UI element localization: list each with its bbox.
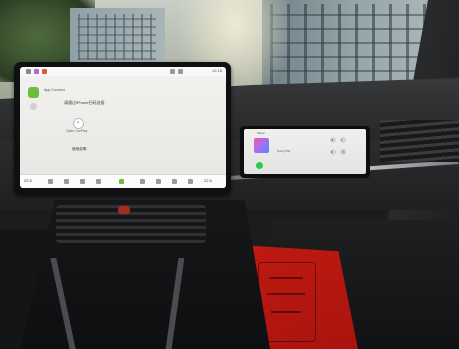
- next-icon: ▸: [331, 149, 334, 154]
- mat-line: [271, 311, 301, 313]
- app-connect-icon[interactable]: [28, 87, 39, 98]
- recirculation-icon[interactable]: [140, 179, 145, 184]
- carplay-icon: ⚬: [76, 120, 81, 126]
- album-art[interactable]: [254, 138, 269, 153]
- status-bar: 12:18: [20, 67, 226, 76]
- previous-button[interactable]: ◂: [330, 137, 336, 143]
- previous-icon: ◂: [331, 137, 334, 142]
- shuffle-button[interactable]: ⤨: [340, 149, 346, 155]
- shuffle-icon: ⤨: [341, 149, 345, 154]
- passenger-screen[interactable]: Music Song Title ◂ ▪ ▸ ⤨: [244, 129, 366, 174]
- next-button[interactable]: ▸: [330, 149, 336, 155]
- seat-vent-icon[interactable]: [172, 179, 177, 184]
- signal-icon: [178, 69, 183, 74]
- ac-icon[interactable]: [80, 179, 85, 184]
- pause-button[interactable]: ▪: [340, 137, 346, 143]
- mat-line: [269, 277, 303, 279]
- fan-icon[interactable]: [64, 179, 69, 184]
- passenger-air-vent: [380, 120, 459, 162]
- carplay-caption: Open CarPlay: [66, 129, 88, 133]
- instructions-link[interactable]: 使用说明: [72, 147, 86, 152]
- center-air-vent: [56, 205, 206, 243]
- settings-icon[interactable]: [30, 103, 37, 110]
- volume-icon[interactable]: [188, 179, 193, 184]
- home-icon[interactable]: [26, 69, 31, 74]
- play-button[interactable]: [256, 162, 263, 169]
- mat-line: [267, 293, 305, 295]
- main-infotainment-screen[interactable]: 12:18 App Connect 请通过iPhone扫码连接 ⚬ Open C…: [20, 67, 226, 188]
- bottom-dock: 22.5 22.5: [20, 174, 226, 188]
- app-icon[interactable]: [34, 69, 39, 74]
- home-button[interactable]: [119, 179, 124, 184]
- driver-temperature[interactable]: 22.5: [24, 178, 32, 183]
- seat-heat-icon[interactable]: [48, 179, 53, 184]
- app-icon[interactable]: [42, 69, 47, 74]
- song-title: Song Title: [277, 149, 291, 153]
- building-left-windows: [78, 14, 156, 60]
- car-interior-scene: 12:18 App Connect 请通过iPhone扫码连接 ⚬ Open C…: [0, 0, 459, 349]
- defrost-icon[interactable]: [96, 179, 101, 184]
- carplay-button[interactable]: ⚬: [73, 118, 84, 129]
- auto-climate-icon[interactable]: [156, 179, 161, 184]
- pause-icon: ▪: [341, 137, 343, 142]
- app-title: App Connect: [44, 88, 65, 92]
- passenger-temperature[interactable]: 22.5: [204, 178, 212, 183]
- hazard-button[interactable]: [118, 206, 130, 214]
- status-time: 12:18: [211, 68, 222, 73]
- bluetooth-icon: [170, 69, 175, 74]
- music-title: Music: [257, 131, 265, 135]
- content-title: 请通过iPhone扫码连接: [64, 100, 105, 105]
